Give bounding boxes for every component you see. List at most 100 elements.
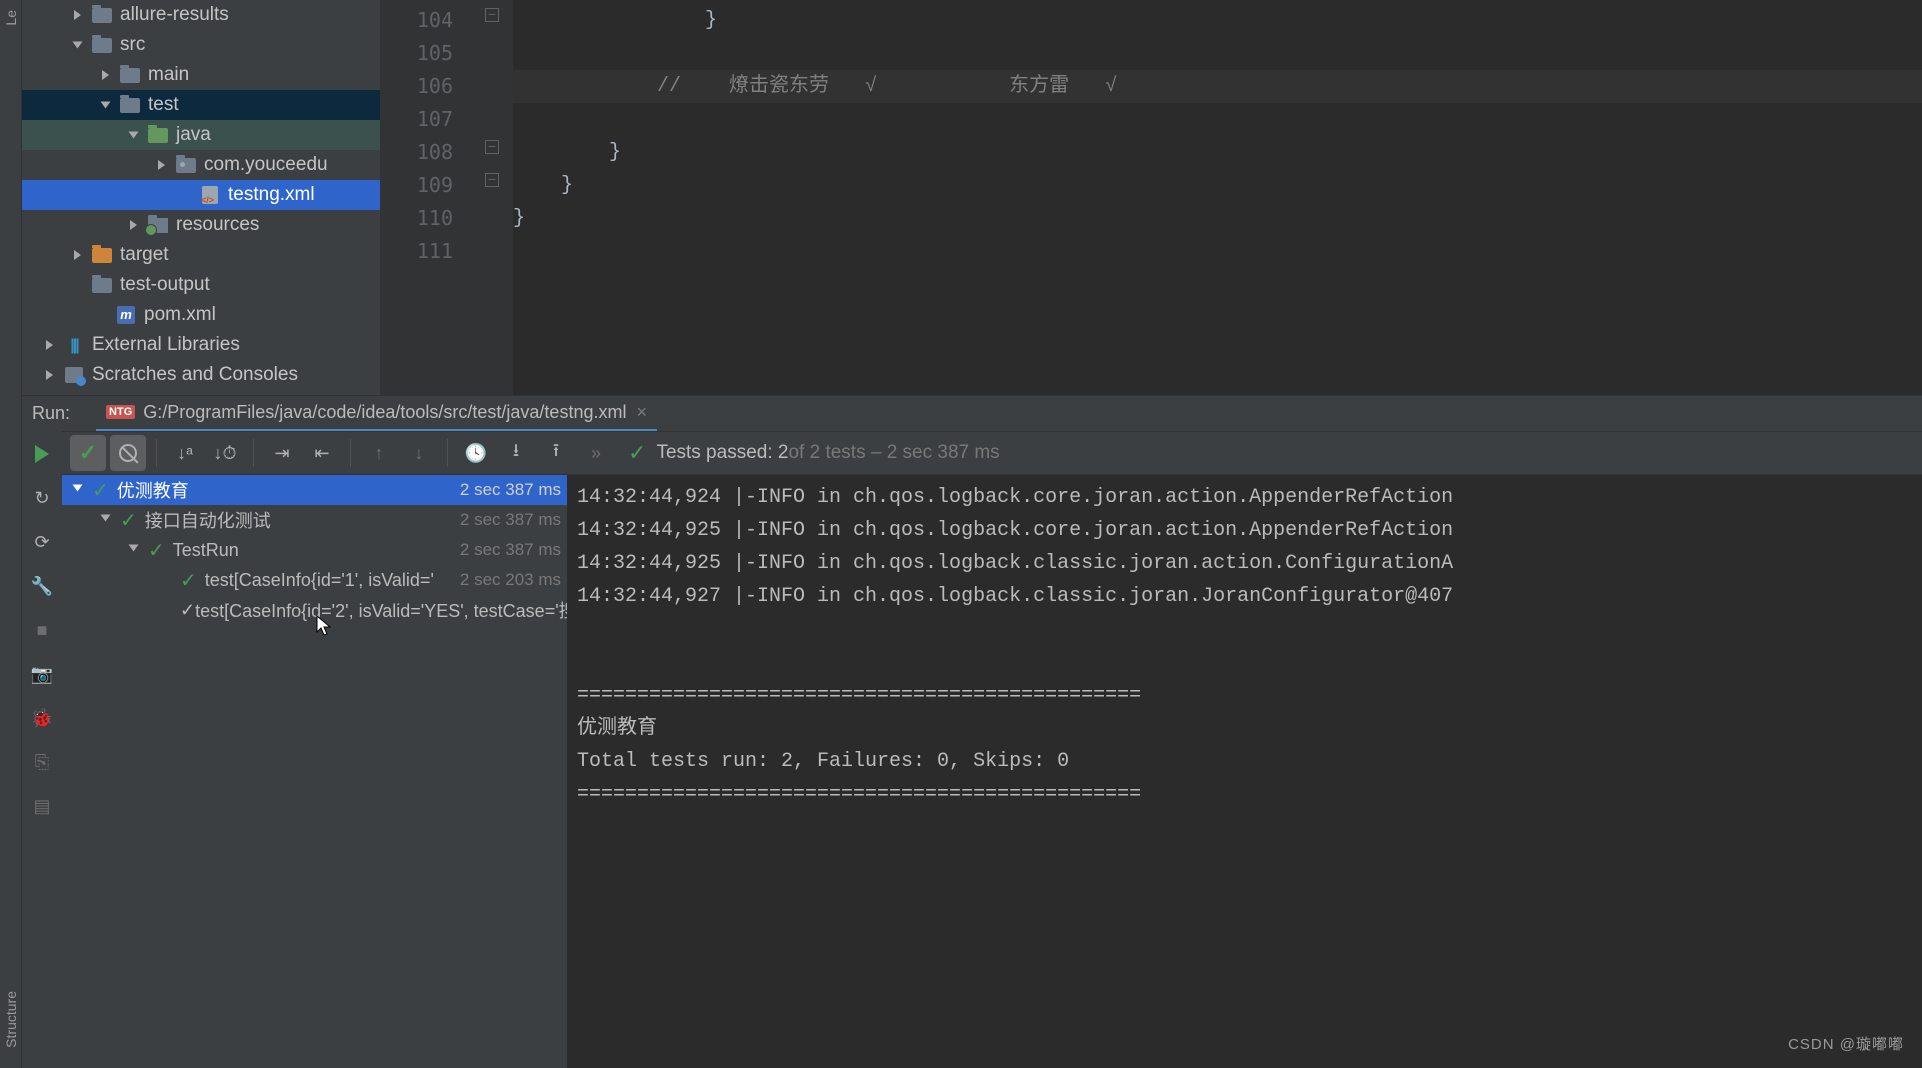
run-tab-active[interactable]: NTG G:/ProgramFiles/java/code/idea/tools… — [96, 396, 657, 432]
tree-item-label: com.youceedu — [204, 154, 328, 176]
tree-item-label: resources — [176, 214, 259, 236]
chevron-right-icon[interactable] — [74, 248, 88, 262]
tree-item[interactable]: External Libraries — [22, 330, 380, 360]
chevron-down-icon[interactable] — [102, 98, 116, 112]
test-duration: 2 sec 387 ms — [460, 480, 561, 500]
separator — [447, 439, 448, 467]
testng-badge-icon: NTG — [106, 405, 135, 419]
chevron-down-icon[interactable] — [130, 128, 144, 142]
folder-icon — [92, 6, 112, 24]
test-tree-row[interactable]: ✓ test[CaseInfo{id='1', isValid=' 2 sec 20… — [62, 565, 567, 595]
chevron-right-icon[interactable] — [46, 338, 60, 352]
toggle-auto-test-button[interactable]: ⟳ — [31, 531, 53, 553]
settings-button[interactable]: 🔧 — [31, 575, 53, 597]
fold-toggle-icon[interactable] — [485, 8, 499, 22]
rerun-button[interactable] — [31, 443, 53, 465]
source-folder-icon — [148, 126, 168, 144]
test-name: 优测教育 — [117, 477, 454, 503]
next-test-button[interactable]: ↓ — [401, 435, 437, 471]
rerun-failed-button[interactable]: ↻ — [31, 487, 53, 509]
import-tests-button[interactable]: ⭳ — [498, 435, 534, 471]
run-tab-path: G:/ProgramFiles/java/code/idea/tools/src… — [143, 402, 626, 423]
exit-button[interactable]: ⎘ — [31, 751, 53, 773]
tree-item[interactable]: testng.xml — [22, 180, 380, 210]
watermark-text: CSDN @璇嘟嘟 — [1788, 1033, 1904, 1054]
tree-item-label: src — [120, 34, 145, 56]
tree-item[interactable]: test — [22, 90, 380, 120]
test-tree-row[interactable]: ✓接口自动化测试2 sec 387 ms — [62, 505, 567, 535]
history-button[interactable]: 🕓 — [458, 435, 494, 471]
chevron-down-icon[interactable] — [102, 513, 116, 527]
chevron-down-icon[interactable] — [74, 483, 88, 497]
show-passed-button[interactable]: ✓ — [70, 435, 106, 471]
show-ignored-button[interactable] — [110, 435, 146, 471]
xml-file-icon — [200, 186, 220, 204]
debug-button[interactable]: 🐞 — [31, 707, 53, 729]
fold-toggle-icon[interactable] — [485, 173, 499, 187]
test-duration: 2 sec 387 ms — [460, 540, 561, 560]
prev-test-button[interactable]: ↑ — [361, 435, 397, 471]
test-tree-row[interactable]: ✓优测教育2 sec 387 ms — [62, 475, 567, 505]
left-strip-label-structure[interactable]: Structure — [3, 991, 19, 1048]
sort-duration-button[interactable]: ↓⏱ — [207, 435, 243, 471]
pass-icon: ✓ — [148, 538, 165, 563]
chevron-right-icon[interactable] — [46, 368, 60, 382]
collapse-all-button[interactable]: ⇤ — [304, 435, 340, 471]
separator — [350, 439, 351, 467]
tree-item-label: pom.xml — [144, 304, 216, 326]
tree-item[interactable]: allure-results — [22, 0, 380, 30]
test-name: TestRun — [173, 540, 454, 561]
scratch-icon — [64, 366, 84, 384]
chevron-down-icon[interactable] — [74, 38, 88, 52]
tree-item[interactable]: test-output — [22, 270, 380, 300]
left-tool-strip: Le Structure — [0, 0, 22, 1068]
chevron-right-icon[interactable] — [102, 68, 116, 82]
sort-alpha-button[interactable]: ↓ᵃ — [167, 435, 203, 471]
test-duration: 2 sec 387 ms — [460, 510, 561, 530]
check-icon: ✓ — [628, 440, 646, 466]
fold-toggle-icon[interactable] — [485, 140, 499, 154]
project-tree-panel: allure-results src maintestjava com.youceed… — [22, 0, 380, 395]
tree-item[interactable]: main — [22, 60, 380, 90]
tree-item[interactable]: resources — [22, 210, 380, 240]
stop-button[interactable]: ■ — [31, 619, 53, 641]
maven-file-icon: m — [116, 306, 136, 324]
line-number-gutter: 104105106107108109110111 — [380, 0, 475, 395]
layout-button[interactable]: ▤ — [31, 795, 53, 817]
test-tree-row[interactable]: ✓ TestRun 2 sec 387 ms — [62, 535, 567, 565]
tree-item-label: test-output — [120, 274, 210, 296]
folder-icon — [92, 36, 112, 54]
chevron-down-icon[interactable] — [130, 543, 144, 557]
dump-button[interactable]: 📷 — [31, 663, 53, 685]
tree-item[interactable]: com.youceedu — [22, 150, 380, 180]
console-output[interactable]: 14:32:44,924 |-INFO in ch.qos.logback.co… — [567, 475, 1922, 1068]
tree-item[interactable]: Scratches and Consoles — [22, 360, 380, 390]
test-name: 接口自动化测试 — [145, 507, 454, 533]
library-icon — [64, 336, 84, 354]
tree-item[interactable]: m pom.xml — [22, 300, 380, 330]
test-duration: 2 sec 203 ms — [460, 570, 561, 590]
pass-icon: ✓ — [180, 600, 195, 621]
tests-passed-count: Tests passed: 2 — [656, 442, 788, 464]
left-strip-label-top[interactable]: Le — [3, 10, 19, 26]
export-tests-button[interactable]: ⭱ — [538, 435, 574, 471]
mouse-cursor-icon — [316, 615, 332, 637]
close-tab-icon[interactable]: × — [636, 402, 647, 423]
test-name: test[CaseInfo{id='1', isValid=' — [205, 570, 454, 591]
pass-icon: ✓ — [180, 568, 197, 593]
tree-item[interactable]: java — [22, 120, 380, 150]
chevron-right-icon[interactable] — [130, 218, 144, 232]
expand-all-button[interactable]: ⇥ — [264, 435, 300, 471]
run-side-toolbar: ↻ ⟳ 🔧 ■ 📷 🐞 ⎘ ▤ — [22, 431, 62, 1068]
more-button[interactable]: » — [578, 435, 614, 471]
chevron-right-icon[interactable] — [158, 158, 172, 172]
tree-item[interactable]: target — [22, 240, 380, 270]
tree-item[interactable]: src — [22, 30, 380, 60]
chevron-right-icon[interactable] — [74, 8, 88, 22]
folder-icon — [120, 66, 140, 84]
separator — [253, 439, 254, 467]
tests-passed-rest: of 2 tests – 2 sec 387 ms — [788, 442, 999, 464]
code-area[interactable]: } // 燎击瓷东劳 √ 东方雷 √ } }} — [513, 0, 1922, 395]
folder-icon — [92, 276, 112, 294]
fold-column — [475, 0, 513, 395]
